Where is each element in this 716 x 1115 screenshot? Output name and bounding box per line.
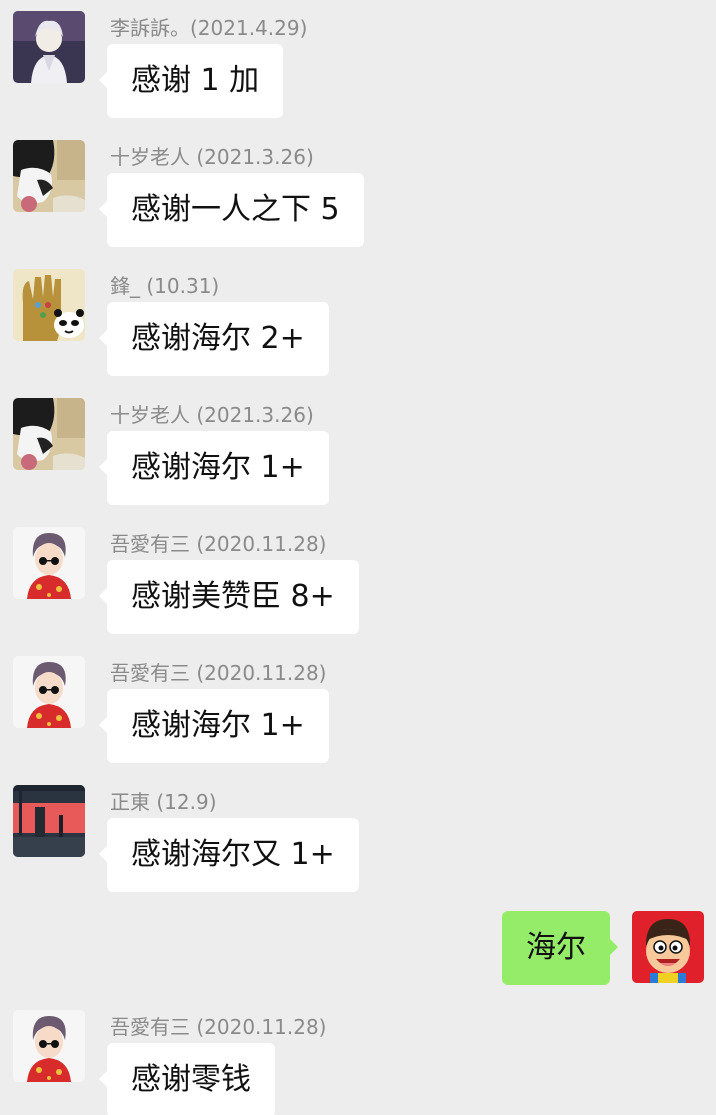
- message-bubble[interactable]: 感谢 1 加: [98, 44, 284, 118]
- message-bubble[interactable]: 感谢海尔 1+: [99, 689, 329, 763]
- message-bubble[interactable]: 感谢海尔 1+: [99, 431, 329, 505]
- sender-name: 正東 (12.9): [110, 790, 217, 814]
- message-bubble[interactable]: 感谢美赞臣 8+: [99, 560, 359, 634]
- cartoon-boy-sunglasses-avatar[interactable]: [13, 656, 85, 728]
- sender-name: 十岁老人 (2021.3.26): [110, 403, 314, 427]
- cartoon-boy-sunglasses-avatar[interactable]: [13, 1010, 85, 1082]
- message-bubble[interactable]: 感谢海尔又 1+: [99, 818, 359, 892]
- sender-name: 鋒_ (10.31): [110, 274, 220, 298]
- sender-name: 吾愛有三 (2020.11.28): [110, 1015, 327, 1039]
- red-sky-city-avatar[interactable]: [13, 785, 85, 857]
- sender-name: 吾愛有三 (2020.11.28): [110, 661, 327, 685]
- sender-name: 十岁老人 (2021.3.26): [110, 145, 314, 169]
- message-bubble[interactable]: 感谢海尔 2+: [99, 302, 329, 376]
- message-bubble[interactable]: 感谢零钱: [99, 1043, 275, 1115]
- cat-photo-avatar[interactable]: [13, 140, 85, 212]
- cartoon-boy-sunglasses-avatar[interactable]: [13, 527, 85, 599]
- wangzai-boy-avatar[interactable]: [632, 911, 704, 983]
- sender-name: 吾愛有三 (2020.11.28): [110, 532, 327, 556]
- cat-photo-avatar[interactable]: [13, 398, 85, 470]
- message-bubble[interactable]: 感谢一人之下 5: [99, 173, 364, 247]
- panda-gauntlet-avatar[interactable]: [13, 269, 85, 341]
- message-bubble[interactable]: 海尔: [502, 911, 618, 985]
- sender-name: 李訴訴。(2021.4.29): [110, 16, 308, 40]
- chat-window: 李訴訴。(2021.4.29) 感谢 1 加 十岁老人 (2021.3.26) …: [0, 0, 716, 1115]
- anime-white-hair-avatar[interactable]: [13, 11, 85, 83]
